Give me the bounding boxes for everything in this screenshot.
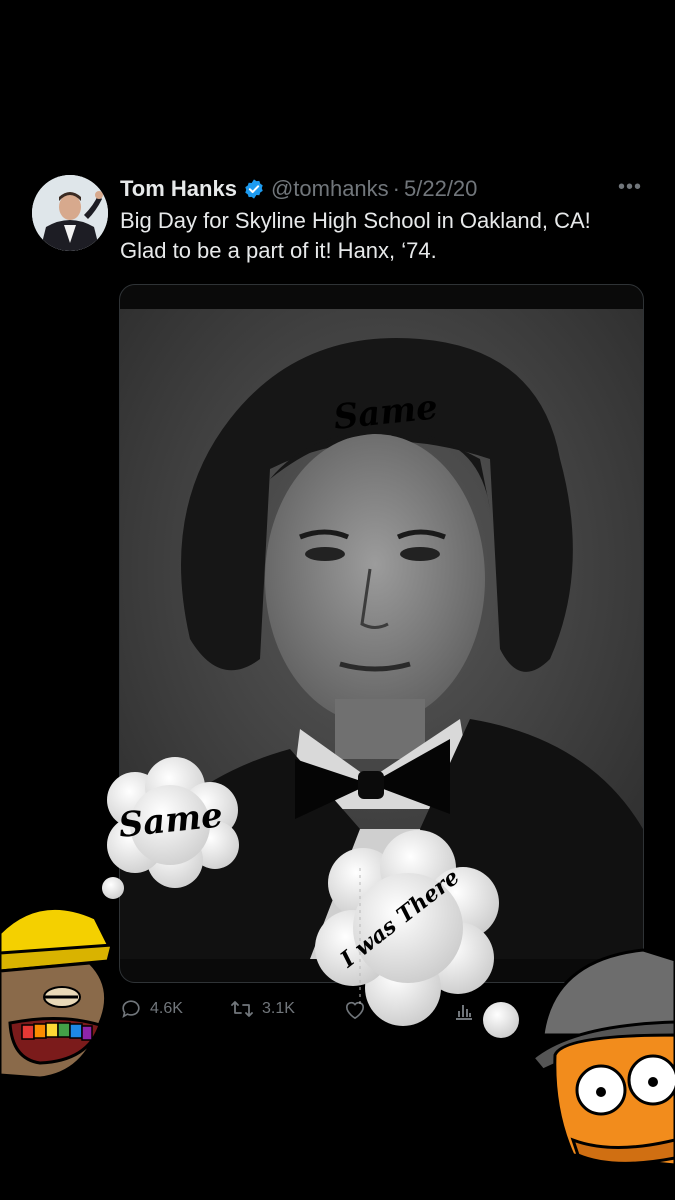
reply-icon [122,1000,140,1019]
more-icon[interactable]: ••• [618,176,642,199]
ape-sticker [0,906,114,1080]
retweet-count: 3.1K [262,1000,295,1017]
tweet-header: Tom Hanks @tomhanks · 5/22/20 [120,174,477,204]
author-handle[interactable]: @tomhanks [271,176,389,202]
retweet-icon [231,1001,253,1017]
author-name[interactable]: Tom Hanks [120,176,237,202]
separator-dot: · [392,176,400,201]
tweet-date[interactable]: 5/22/20 [404,176,477,202]
verified-badge-icon [243,178,265,200]
reply-button[interactable]: 4.6K [120,998,183,1020]
thought-cloud-right: I was There [315,830,519,1038]
thought-cloud-left: Same [102,757,239,899]
avatar[interactable] [32,175,108,251]
cartoon-sticker [533,948,675,1167]
avatar-image [32,175,108,251]
reply-count: 4.6K [150,1000,183,1017]
retweet-button[interactable]: 3.1K [230,998,295,1020]
tweet-text: Big Day for Skyline High School in Oakla… [120,208,591,263]
